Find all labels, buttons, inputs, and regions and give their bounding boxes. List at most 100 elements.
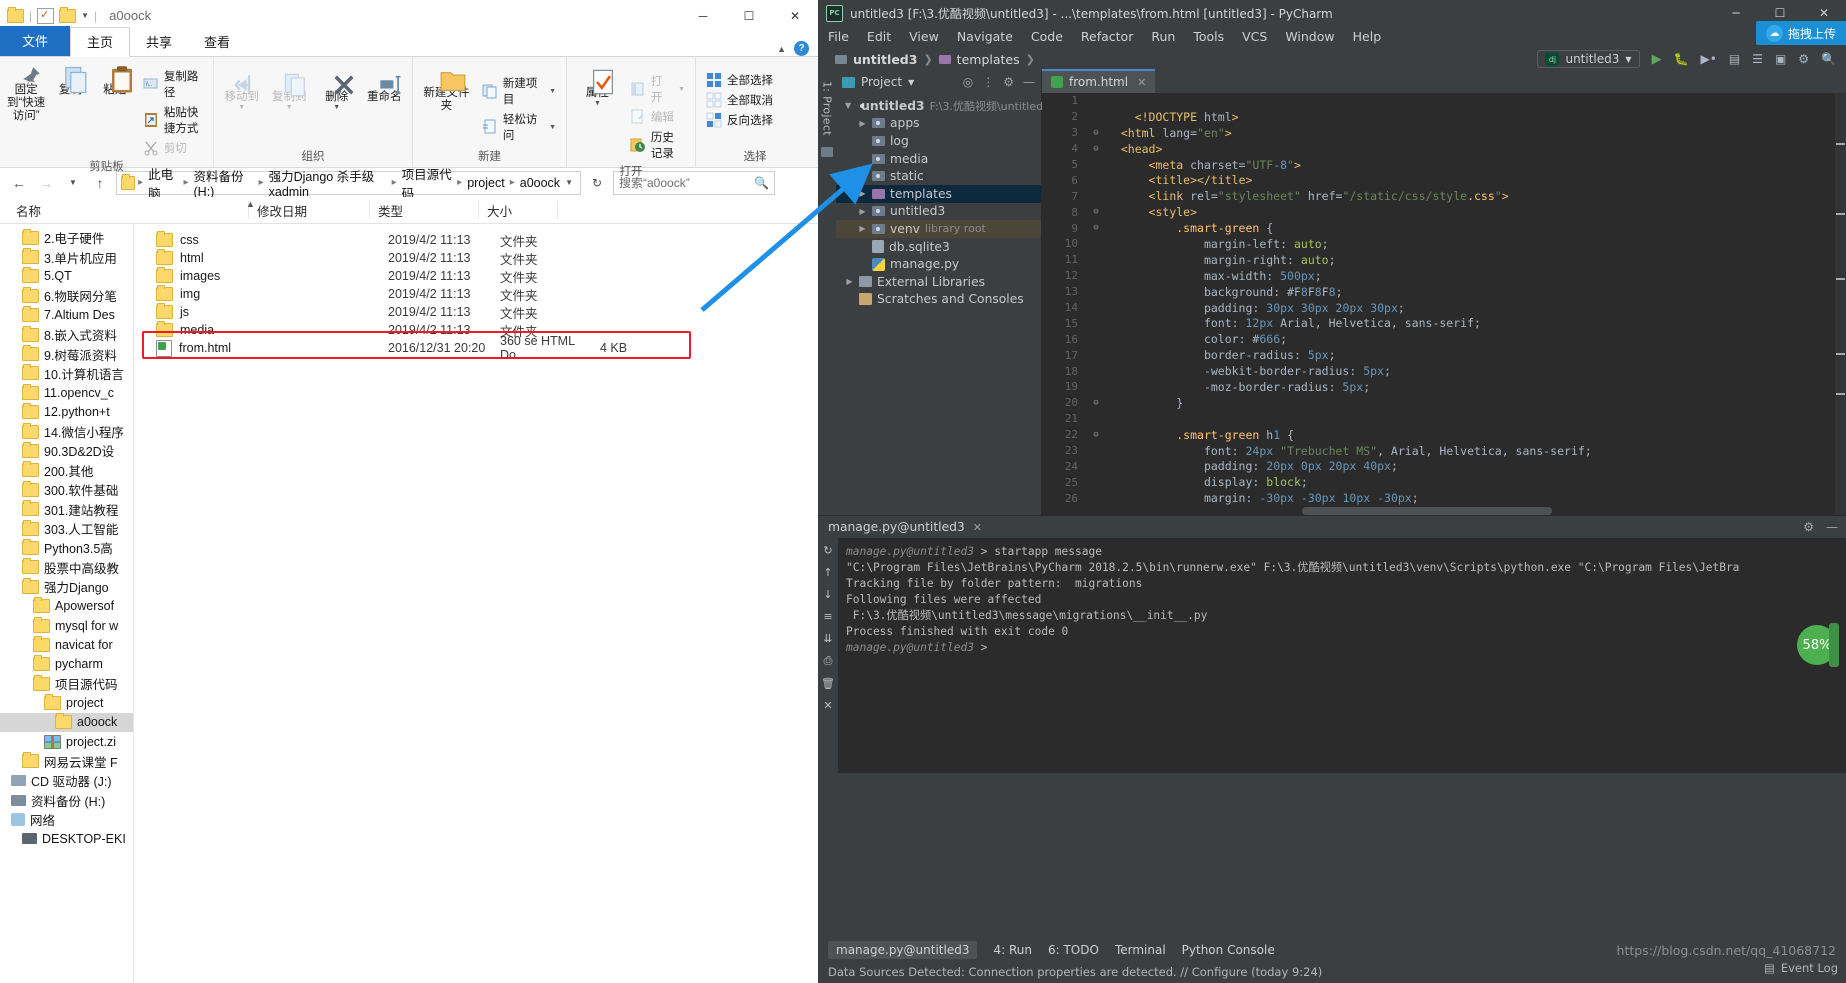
easy-access-button[interactable]: 轻松访问 ▼ [478, 109, 560, 145]
tree-item[interactable]: 14.微信小程序 [0, 422, 133, 441]
bottom-tab-1[interactable]: 4: Run [993, 943, 1032, 957]
tree-item[interactable]: project [0, 693, 133, 712]
tree-item[interactable]: Apowersof [0, 596, 133, 615]
project-tree-item[interactable]: static [836, 167, 1041, 185]
collapse-all-icon[interactable]: ⋮ [982, 75, 994, 89]
code-line[interactable]: 9 ⊖ .smart-green { [1042, 220, 1846, 236]
tree-item[interactable]: project.zi [0, 732, 133, 751]
code-line[interactable]: 2 <!DOCTYPE html> [1042, 109, 1846, 125]
chevron-right-icon[interactable]: ▶ [858, 207, 867, 216]
paste-shortcut-button[interactable]: 粘贴快捷方式 [139, 102, 207, 138]
code-fold-icon[interactable]: ⊖ [1085, 430, 1107, 440]
run-configuration-selector[interactable]: dj untitled3 ▼ [1537, 50, 1640, 68]
help-icon[interactable]: ? [794, 41, 809, 56]
edit-button[interactable]: 编辑 [626, 107, 689, 127]
code-line[interactable]: 26 margin: -30px -30px 10px -30px; [1042, 490, 1846, 506]
breadcrumb-item-5[interactable]: a0oock [518, 176, 562, 190]
menu-item-window[interactable]: Window [1285, 29, 1334, 44]
close-icon[interactable]: ✕ [973, 521, 982, 534]
code-line[interactable]: 21 [1042, 411, 1846, 427]
drag-upload-badge[interactable]: ☁ 拖拽上传 [1755, 21, 1846, 45]
code-line[interactable]: 17 border-radius: 5px; [1042, 347, 1846, 363]
rename-button[interactable]: 重命名 [361, 69, 409, 107]
project-tree-item[interactable]: ▶ External Libraries [836, 273, 1041, 291]
tree-item[interactable]: Python3.5高 [0, 538, 133, 557]
file-row[interactable]: img 2019/4/2 11:13 文件夹 [134, 285, 818, 303]
profile-icon[interactable]: ▤ [1729, 52, 1740, 66]
editor-tab-from-html[interactable]: from.html ✕ [1042, 69, 1156, 93]
menu-item-tools[interactable]: Tools [1193, 29, 1224, 44]
code-line[interactable]: 13 background: #F8F8F8; [1042, 284, 1846, 300]
tool-window-project-tab[interactable]: 1: Project [821, 81, 834, 136]
file-row[interactable]: html 2019/4/2 11:13 文件夹 [134, 249, 818, 267]
copy-to-button[interactable]: 复制到 ▼ [266, 69, 314, 114]
code-line[interactable]: 3 ⊖ <html lang="en"> [1042, 125, 1846, 141]
tree-item[interactable]: a0oock [0, 712, 133, 733]
code-line[interactable]: 20 ⊖ } [1042, 395, 1846, 411]
close-icon[interactable]: ✕ [1137, 76, 1146, 89]
code-fold-icon[interactable]: ⊖ [1085, 207, 1107, 217]
code-line[interactable]: 14 padding: 30px 30px 20px 30px; [1042, 300, 1846, 316]
project-tree-item[interactable]: ▶ apps [836, 115, 1041, 133]
project-tree-item[interactable]: ▼ untitled3 F:\3.优酷视频\untitled3 [836, 97, 1050, 115]
code-line[interactable]: 8 ⊖ <style> [1042, 204, 1846, 220]
chevron-right-icon[interactable]: ▶ [845, 277, 854, 286]
project-tree-item[interactable]: db.sqlite3 [836, 238, 1041, 256]
menu-item-code[interactable]: Code [1031, 29, 1063, 44]
tab-file[interactable]: 文件 [0, 26, 71, 56]
breadcrumb-project[interactable]: untitled3 [853, 52, 917, 67]
code-line[interactable]: 1 [1042, 93, 1846, 109]
tree-item[interactable]: 90.3D&2D设 [0, 441, 133, 460]
debug-icon[interactable]: 🐛 [1674, 52, 1689, 66]
file-row[interactable]: images 2019/4/2 11:13 文件夹 [134, 267, 818, 285]
tree-item[interactable]: 12.python+t [0, 403, 133, 422]
tree-item[interactable]: mysql for w [0, 616, 133, 635]
file-row[interactable]: css 2019/4/2 11:13 文件夹 [134, 231, 818, 249]
tree-item[interactable]: 300.软件基础 [0, 480, 133, 499]
select-all-button[interactable]: 全部选择 [702, 70, 777, 90]
tree-item[interactable]: 5.QT [0, 267, 133, 286]
clear-icon[interactable]: 🗑 [821, 677, 835, 690]
rerun-icon[interactable]: ↻ [823, 544, 832, 557]
chevron-down-icon[interactable]: ▼ [81, 11, 89, 20]
menu-bar[interactable]: File Edit View Navigate Code Refactor Run Tools… [818, 26, 1846, 47]
zoom-badge[interactable]: 58% [1797, 623, 1839, 667]
code-line[interactable]: 19 -moz-border-radius: 5px; [1042, 379, 1846, 395]
code-fold-icon[interactable]: ⊖ [1085, 223, 1107, 233]
project-tree-item[interactable]: Scratches and Consoles [836, 291, 1041, 309]
minimize-button[interactable]: ─ [680, 0, 726, 31]
code-line[interactable]: 23 font: 24px "Trebuchet MS", Arial, Hel… [1042, 443, 1846, 459]
hide-icon[interactable]: — [1023, 75, 1035, 89]
project-tree-item[interactable]: ▶ venv library root [836, 220, 1041, 238]
tree-item[interactable]: 网络 [0, 810, 133, 829]
settings-icon[interactable]: ⚙ [1003, 75, 1014, 89]
tree-item[interactable]: 资料备份 (H:) [0, 790, 133, 809]
new-folder-button[interactable]: 新建文件夹 [417, 65, 476, 116]
tree-item[interactable]: navicat for [0, 635, 133, 654]
menu-item-navigate[interactable]: Navigate [957, 29, 1013, 44]
tree-item[interactable]: 301.建站教程 [0, 499, 133, 518]
tree-item[interactable]: 2.电子硬件 [0, 228, 133, 247]
code-line[interactable]: 7 <link rel="stylesheet" href="/static/c… [1042, 188, 1846, 204]
properties-button[interactable]: 属性 ▼ [571, 65, 624, 110]
tree-item[interactable]: DESKTOP-EKI [0, 829, 133, 848]
paste-button[interactable]: 粘贴 [93, 62, 137, 100]
print-icon[interactable]: ⎙ [824, 654, 833, 668]
select-none-button[interactable]: 全部取消 [702, 90, 777, 110]
file-list[interactable]: css 2019/4/2 11:13 文件夹 html 2019/4/2 11:13 文件… [134, 224, 818, 983]
code-fold-icon[interactable]: ⊖ [1085, 398, 1107, 408]
hide-icon[interactable]: — [1826, 520, 1838, 534]
marker-strip[interactable] [1835, 93, 1846, 515]
tree-item[interactable]: 网易云课堂 F [0, 752, 133, 771]
file-row[interactable]: from.html 2016/12/31 20:20 360 se HTML Do.… [134, 334, 818, 362]
project-tree-item[interactable]: media [836, 150, 1041, 168]
bottom-tab-2[interactable]: 6: TODO [1048, 943, 1099, 957]
code-line[interactable]: 25 display: block; [1042, 474, 1846, 490]
event-log-button[interactable]: ▤ Event Log [1764, 961, 1838, 975]
tree-item[interactable]: 200.其他 [0, 461, 133, 480]
code-line[interactable]: 18 -webkit-border-radius: 5px; [1042, 363, 1846, 379]
delete-button[interactable]: 删除 ▼ [313, 69, 361, 114]
invert-selection-button[interactable]: 反向选择 [702, 110, 777, 130]
new-item-button[interactable]: 新建项目 ▼ [478, 73, 560, 109]
tree-item[interactable]: 7.Altium Des [0, 306, 133, 325]
